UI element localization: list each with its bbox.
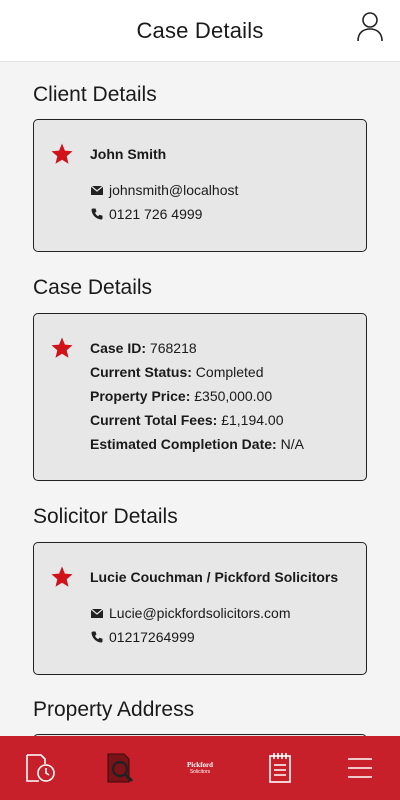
solicitor-name: Lucie Couchman / Pickford Solicitors — [90, 569, 339, 585]
current-status-row: Current Status: Completed — [90, 364, 264, 380]
client-email: johnsmith@localhost — [109, 182, 239, 198]
profile-button[interactable] — [354, 10, 386, 44]
notepad-icon — [269, 753, 291, 783]
solicitor-details-card: Lucie Couchman / Pickford Solicitors Luc… — [33, 542, 367, 675]
client-email-row[interactable]: johnsmith@localhost — [90, 182, 238, 198]
solicitor-phone: 01217264999 — [109, 629, 195, 645]
timeline-icon — [26, 754, 55, 782]
property-price-value: £350,000.00 — [194, 388, 273, 404]
solicitor-details-heading: Solicitor Details — [33, 505, 178, 528]
star-icon — [51, 566, 73, 587]
solicitor-phone-row[interactable]: 01217264999 — [90, 629, 195, 645]
solicitor-email-row[interactable]: Lucie@pickfordsolicitors.com — [90, 605, 291, 621]
logo-text-top: Pickford — [186, 760, 214, 769]
solicitor-email: Lucie@pickfordsolicitors.com — [109, 605, 291, 621]
case-id-row: Case ID: 768218 — [90, 340, 197, 356]
user-icon — [357, 12, 383, 42]
case-id-value: 768218 — [149, 340, 197, 356]
logo-text-bottom: Solicitors — [189, 768, 211, 775]
star-icon — [51, 337, 73, 358]
phone-icon — [90, 207, 104, 221]
star-icon — [51, 143, 73, 164]
client-details-heading: Client Details — [33, 83, 157, 106]
menu-icon — [348, 758, 372, 778]
tab-notes[interactable] — [258, 746, 302, 790]
phone-icon — [90, 630, 104, 644]
case-details-heading: Case Details — [33, 276, 153, 299]
app-header: Case Details — [0, 0, 400, 62]
property-price-label: Property Price: — [90, 388, 191, 404]
total-fees-row: Current Total Fees: £1,194.00 — [90, 412, 284, 428]
tab-menu[interactable] — [338, 746, 382, 790]
case-id-label: Case ID: — [90, 340, 147, 356]
client-details-card: John Smith johnsmith@localhost 0121 726 … — [33, 119, 367, 252]
total-fees-label: Current Total Fees: — [90, 412, 218, 428]
property-price-row: Property Price: £350,000.00 — [90, 388, 272, 404]
page-title: Case Details — [136, 17, 264, 43]
property-address-heading: Property Address — [33, 698, 195, 721]
completion-date-label: Estimated Completion Date: — [90, 436, 277, 452]
tab-case-search[interactable] — [98, 746, 142, 790]
mail-icon — [90, 606, 104, 620]
mail-icon — [90, 183, 104, 197]
completion-date-value: N/A — [280, 436, 304, 452]
case-details-card: Case ID: 768218 Current Status: Complete… — [33, 313, 367, 481]
tab-timeline[interactable] — [18, 746, 62, 790]
total-fees-value: £1,194.00 — [221, 412, 284, 428]
bottom-tab-bar: Pickford Solicitors — [0, 736, 400, 800]
current-status-value: Completed — [195, 364, 264, 380]
pickford-logo: Pickford Solicitors — [186, 760, 214, 775]
tab-home-logo[interactable]: Pickford Solicitors — [178, 746, 222, 790]
current-status-label: Current Status: — [90, 364, 192, 380]
client-phone: 0121 726 4999 — [109, 206, 203, 222]
client-name: John Smith — [90, 146, 167, 162]
case-details-content[interactable]: Client Details John Smith johnsmith@loca… — [0, 62, 400, 736]
search-document-icon — [107, 753, 134, 783]
client-phone-row[interactable]: 0121 726 4999 — [90, 206, 202, 222]
completion-date-row: Estimated Completion Date: N/A — [90, 436, 304, 452]
